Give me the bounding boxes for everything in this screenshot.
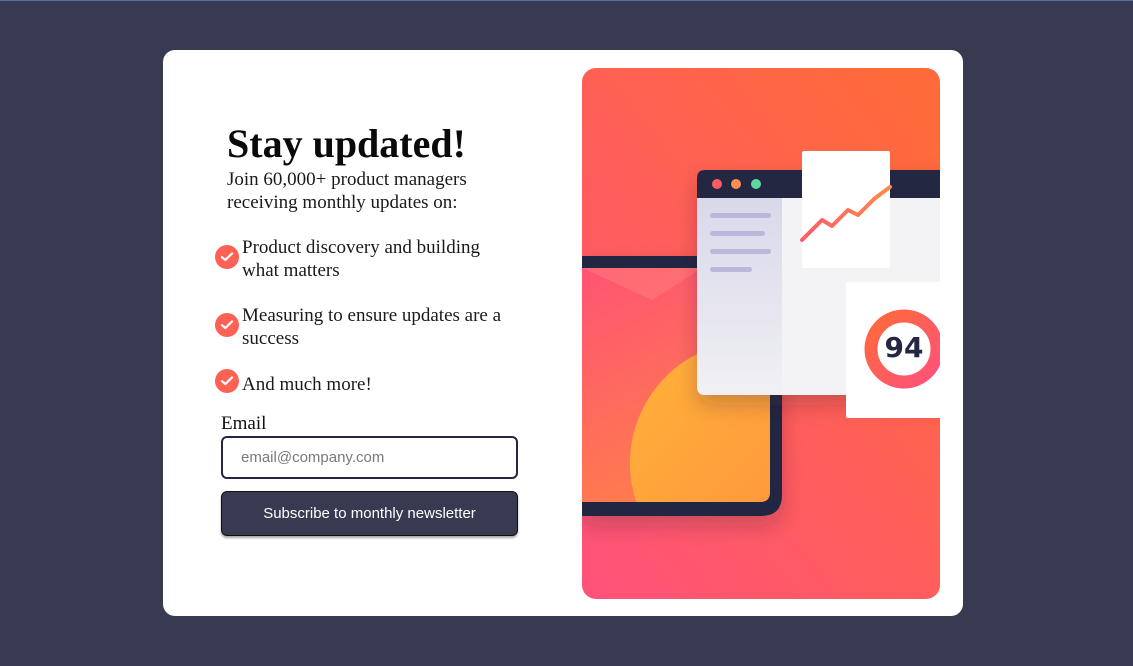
feature-text: And much more!	[242, 374, 372, 395]
subscribe-button[interactable]: Subscribe to monthly newsletter	[221, 491, 518, 536]
signup-content: Stay updated! Join 60,000+ product manag…	[163, 50, 583, 616]
feature-text: Measuring to ensure updates are a succes…	[242, 305, 502, 349]
signup-card: Stay updated! Join 60,000+ product manag…	[163, 50, 963, 616]
email-field[interactable]	[221, 436, 518, 479]
check-circle-icon	[215, 313, 239, 337]
feature-item: Product discovery and building what matt…	[215, 236, 515, 304]
feature-list: Product discovery and building what matt…	[215, 236, 515, 440]
check-circle-icon	[215, 245, 239, 269]
check-circle-icon	[215, 369, 239, 393]
email-label: Email	[221, 413, 267, 434]
score-value: 94	[884, 331, 924, 364]
feature-text: Product discovery and building what matt…	[242, 237, 480, 281]
feature-item: Measuring to ensure updates are a succes…	[215, 304, 515, 372]
hero-illustration: 94	[582, 68, 940, 599]
subtitle: Join 60,000+ product managers receiving …	[227, 169, 467, 213]
page-title: Stay updated!	[227, 121, 466, 166]
